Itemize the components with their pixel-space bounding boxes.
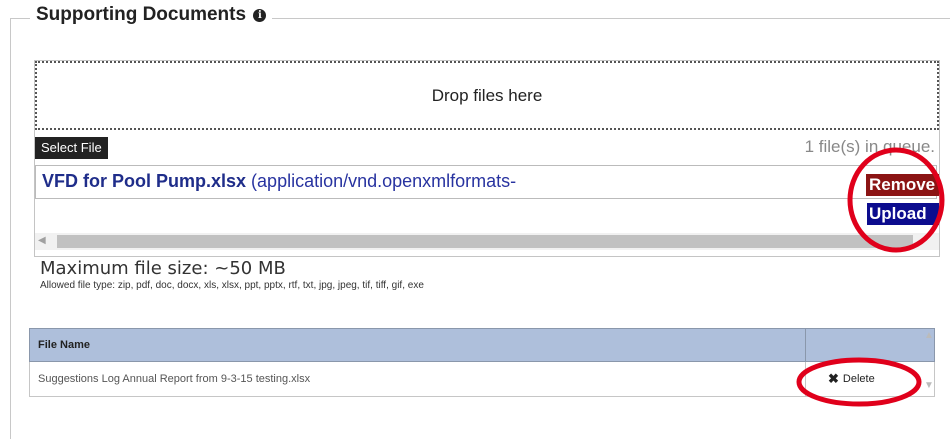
drop-zone-label: Drop files here xyxy=(431,85,543,105)
file-name-cell: Suggestions Log Annual Report from 9-3-1… xyxy=(29,361,806,397)
max-file-size: Maximum file size: ~50 MB xyxy=(40,258,286,279)
horizontal-scrollbar[interactable]: ◀ xyxy=(35,233,939,250)
scrollbar-thumb[interactable] xyxy=(57,235,913,248)
queue-status: 1 file(s) in queue. xyxy=(804,137,935,156)
chevron-up-icon[interactable]: ▲ xyxy=(924,330,934,341)
close-icon: ✖ xyxy=(828,371,839,386)
chevron-down-icon[interactable]: ▼ xyxy=(924,380,934,391)
delete-button[interactable]: ✖ Delete xyxy=(828,371,875,387)
info-icon[interactable]: i xyxy=(253,9,267,22)
files-table: File Name Suggestions Log Annual Report … xyxy=(29,328,935,397)
column-header-actions xyxy=(805,328,935,362)
section-title: Supporting Documents i xyxy=(30,4,273,26)
column-header-file-name: File Name xyxy=(29,328,806,362)
file-uploader: Drop files here Select File 1 file(s) in… xyxy=(34,60,940,257)
queued-file-info: VFD for Pool Pump.xlsx (application/vnd.… xyxy=(42,171,516,192)
upload-button[interactable]: Upload xyxy=(867,203,939,225)
scroll-left-icon[interactable]: ◀ xyxy=(38,235,46,246)
queued-file-name: VFD for Pool Pump.xlsx xyxy=(42,171,247,191)
delete-label: Delete xyxy=(842,373,875,385)
allowed-file-types: Allowed file type: zip, pdf, doc, docx, … xyxy=(40,280,424,291)
queued-file-row: VFD for Pool Pump.xlsx (application/vnd.… xyxy=(35,165,939,199)
files-table-container: File Name Suggestions Log Annual Report … xyxy=(29,328,941,398)
table-row: Suggestions Log Annual Report from 9-3-1… xyxy=(29,361,935,397)
queued-file-type: (application/vnd.openxmlformats- xyxy=(251,171,517,191)
table-header-row: File Name xyxy=(29,328,935,362)
action-cell: ✖ Delete xyxy=(805,361,935,397)
remove-button[interactable]: Remove xyxy=(866,174,939,196)
select-file-button[interactable]: Select File xyxy=(35,137,108,159)
vertical-scrollbar[interactable]: ▲ ▼ xyxy=(920,328,938,396)
drop-zone[interactable]: Drop files here xyxy=(35,61,939,130)
section-title-text: Supporting Documents xyxy=(36,4,247,25)
